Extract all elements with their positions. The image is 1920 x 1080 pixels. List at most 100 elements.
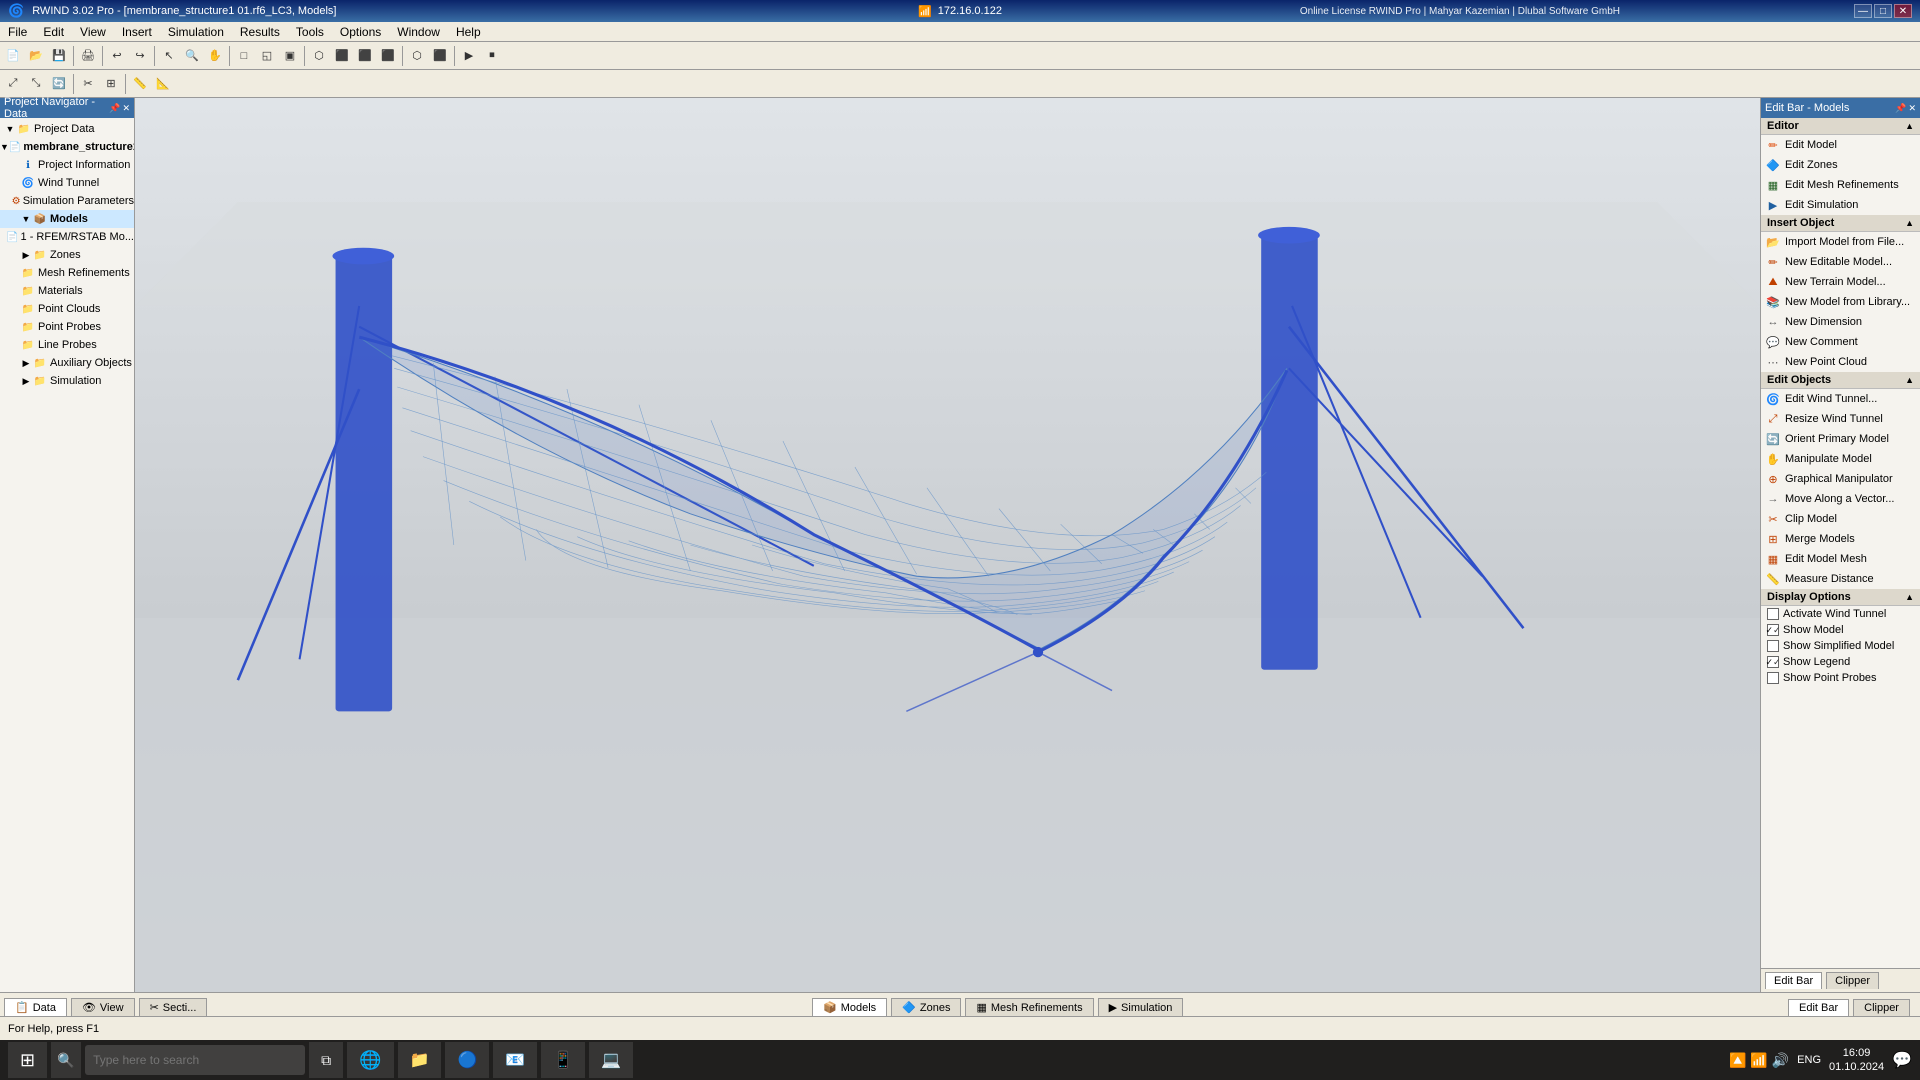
close-panel-icon[interactable]: ✕ <box>122 103 130 114</box>
measure-distance-item[interactable]: 📏 Measure Distance <box>1761 569 1920 589</box>
new-comment-item[interactable]: 💬 New Comment <box>1761 332 1920 352</box>
edit-wind-tunnel-item[interactable]: 🌀 Edit Wind Tunnel... <box>1761 389 1920 409</box>
tree-materials[interactable]: 📁 Materials <box>0 282 134 300</box>
tb-top[interactable]: ⬛ <box>377 45 399 67</box>
viewport[interactable]: Wind Tunnel Dimensions: Dx = 85.48 m, Dy… <box>135 98 1760 992</box>
menu-results[interactable]: Results <box>232 22 288 41</box>
menu-options[interactable]: Options <box>332 22 389 41</box>
expand-sim[interactable]: ▶ <box>20 375 32 387</box>
tab-clipper[interactable]: Clipper <box>1826 972 1879 989</box>
expand-membrane[interactable]: ▼ <box>0 141 9 153</box>
menu-tools[interactable]: Tools <box>288 22 332 41</box>
tb-save[interactable]: 💾 <box>48 45 70 67</box>
tb2-2[interactable]: ⤡ <box>25 73 47 95</box>
show-point-probes-checkbox[interactable] <box>1767 672 1779 684</box>
tb-undo[interactable]: ↩ <box>106 45 128 67</box>
tree-simulation[interactable]: ▶ 📁 Simulation <box>0 372 134 390</box>
tb2-6[interactable]: 📏 <box>129 73 151 95</box>
show-legend-cb[interactable]: ✓ Show Legend <box>1761 654 1920 670</box>
edit-model-mesh-item[interactable]: ▦ Edit Model Mesh <box>1761 549 1920 569</box>
import-model-item[interactable]: 📂 Import Model from File... <box>1761 232 1920 252</box>
menu-view[interactable]: View <box>72 22 114 41</box>
chrome-button[interactable]: 🔵 <box>445 1042 489 1078</box>
show-simplified-checkbox[interactable] <box>1767 640 1779 652</box>
activate-wind-tunnel-cb[interactable]: Activate Wind Tunnel <box>1761 606 1920 622</box>
new-terrain-item[interactable]: ⛰ New Terrain Model... <box>1761 272 1920 292</box>
merge-models-item[interactable]: ⊞ Merge Models <box>1761 529 1920 549</box>
tb-front[interactable]: ⬛ <box>331 45 353 67</box>
notification-icon[interactable]: 💬 <box>1892 1050 1912 1070</box>
expand-project[interactable]: ▼ <box>4 123 16 135</box>
tb2-7[interactable]: 📐 <box>152 73 174 95</box>
new-point-cloud-item[interactable]: ⋯ New Point Cloud <box>1761 352 1920 372</box>
tb-sim2[interactable]: ⏹ <box>481 45 503 67</box>
tb2-5[interactable]: ⊞ <box>100 73 122 95</box>
task-view-button[interactable]: ⧉ <box>309 1042 343 1078</box>
tb-sim1[interactable]: ▶ <box>458 45 480 67</box>
menu-simulation[interactable]: Simulation <box>160 22 232 41</box>
orient-model-item[interactable]: 🔄 Orient Primary Model <box>1761 429 1920 449</box>
menu-window[interactable]: Window <box>389 22 448 41</box>
tb-pan[interactable]: ✋ <box>204 45 226 67</box>
tree-sim-params[interactable]: ⚙ Simulation Parameters <box>0 192 134 210</box>
close-button[interactable]: ✕ <box>1894 4 1912 18</box>
explorer-button[interactable]: 📁 <box>398 1042 442 1078</box>
tb2-4[interactable]: ✂ <box>77 73 99 95</box>
close-right-icon[interactable]: ✕ <box>1908 103 1916 114</box>
tab-view[interactable]: 👁 View <box>71 998 135 1016</box>
app5-button[interactable]: 📱 <box>541 1042 585 1078</box>
show-legend-checkbox[interactable]: ✓ <box>1767 656 1779 668</box>
show-model-cb[interactable]: ✓ Show Model <box>1761 622 1920 638</box>
outlook-button[interactable]: 📧 <box>493 1042 537 1078</box>
tree-wind-tunnel[interactable]: 🌀 Wind Tunnel <box>0 174 134 192</box>
windows-start-button[interactable]: ⊞ <box>8 1042 47 1078</box>
menu-help[interactable]: Help <box>448 22 489 41</box>
tree-point-clouds[interactable]: 📁 Point Clouds <box>0 300 134 318</box>
tree-rfem[interactable]: 📄 1 - RFEM/RSTAB Mo... <box>0 228 134 246</box>
tab-edit-bar-bottom[interactable]: Edit Bar <box>1788 999 1849 1016</box>
edit-sim-item[interactable]: ▶ Edit Simulation <box>1761 195 1920 215</box>
tab-simulation[interactable]: ▶ Simulation <box>1098 998 1184 1016</box>
tb-open[interactable]: 📂 <box>25 45 47 67</box>
tree-mesh-ref[interactable]: 📁 Mesh Refinements <box>0 264 134 282</box>
tab-data[interactable]: 📋 Data <box>4 998 67 1016</box>
clip-model-item[interactable]: ✂ Clip Model <box>1761 509 1920 529</box>
tb2-3[interactable]: 🔄 <box>48 73 70 95</box>
show-point-probes-cb[interactable]: Show Point Probes <box>1761 670 1920 686</box>
move-vector-item[interactable]: → Move Along a Vector... <box>1761 489 1920 509</box>
tree-line-probes[interactable]: 📁 Line Probes <box>0 336 134 354</box>
edit-objects-collapse[interactable]: ▲ <box>1905 375 1914 385</box>
show-model-checkbox[interactable]: ✓ <box>1767 624 1779 636</box>
app6-button[interactable]: 💻 <box>589 1042 633 1078</box>
tb-select[interactable]: ↖ <box>158 45 180 67</box>
tb-new[interactable]: 📄 <box>2 45 24 67</box>
tb-view3[interactable]: ▣ <box>279 45 301 67</box>
pin-right-icon[interactable]: 📌 <box>1895 103 1906 114</box>
tb-view2[interactable]: ◱ <box>256 45 278 67</box>
tab-models[interactable]: 📦 Models <box>812 998 887 1016</box>
new-dimension-item[interactable]: ↔ New Dimension <box>1761 312 1920 332</box>
tree-membrane[interactable]: ▼ 📄 membrane_structure1 <box>0 138 134 156</box>
minimize-button[interactable]: — <box>1854 4 1872 18</box>
activate-wind-tunnel-checkbox[interactable] <box>1767 608 1779 620</box>
editor-collapse[interactable]: ▲ <box>1905 121 1914 131</box>
pin-icon[interactable]: 📌 <box>109 103 120 114</box>
manipulate-model-item[interactable]: ✋ Manipulate Model <box>1761 449 1920 469</box>
edit-model-item[interactable]: ✏ Edit Model <box>1761 135 1920 155</box>
edge-button[interactable]: 🌐 <box>347 1042 393 1078</box>
tab-edit-bar[interactable]: Edit Bar <box>1765 972 1822 989</box>
expand-models[interactable]: ▼ <box>20 213 32 225</box>
graphical-manip-item[interactable]: ⊕ Graphical Manipulator <box>1761 469 1920 489</box>
menu-edit[interactable]: Edit <box>35 22 72 41</box>
search-button[interactable]: 🔍 <box>51 1042 81 1078</box>
tb-print[interactable]: 🖨 <box>77 45 99 67</box>
resize-wind-tunnel-item[interactable]: ⤢ Resize Wind Tunnel <box>1761 409 1920 429</box>
edit-mesh-item[interactable]: ▦ Edit Mesh Refinements <box>1761 175 1920 195</box>
new-library-item[interactable]: 📚 New Model from Library... <box>1761 292 1920 312</box>
tab-clipper-bottom[interactable]: Clipper <box>1853 999 1910 1016</box>
show-simplified-cb[interactable]: Show Simplified Model <box>1761 638 1920 654</box>
tab-section[interactable]: ✂ Secti... <box>139 998 208 1016</box>
insert-collapse[interactable]: ▲ <box>1905 218 1914 228</box>
menu-insert[interactable]: Insert <box>114 22 160 41</box>
tb-wire[interactable]: ⬡ <box>406 45 428 67</box>
